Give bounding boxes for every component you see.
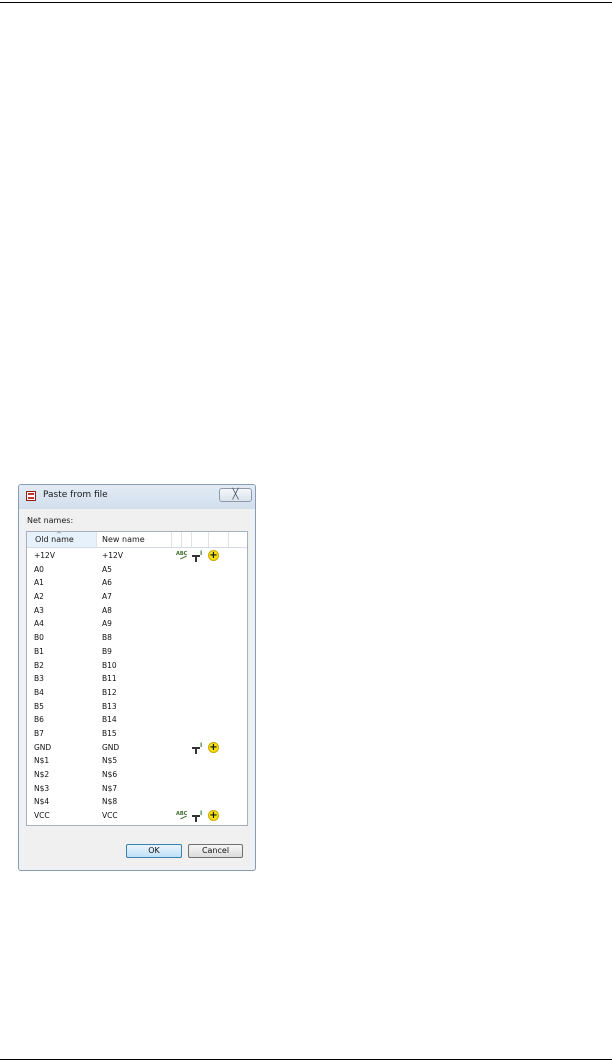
old-name-cell: B4 xyxy=(34,687,44,697)
table-row[interactable]: B3 B11 xyxy=(27,672,247,686)
new-name-cell[interactable]: VCC xyxy=(102,809,118,822)
old-name-cell: GND xyxy=(34,742,52,752)
column-header-new-name-label: New name xyxy=(102,535,145,544)
table-body: +12V +12V ABC I + A0 A5 A1 A6 A2 A7 A3 A8 A4 A9 B0 B8 B1 B… xyxy=(27,549,247,823)
old-name-cell: N$4 xyxy=(34,797,50,807)
column-header-old-name[interactable]: ^ Old name xyxy=(27,531,97,547)
new-name-cell[interactable]: N$7 xyxy=(102,782,117,795)
new-name-cell[interactable]: B14 xyxy=(102,713,117,726)
column-header-icon-4[interactable] xyxy=(209,532,229,547)
old-name-cell: A4 xyxy=(34,619,44,629)
table-row[interactable]: N$1 N$5 xyxy=(27,754,247,768)
page-bottom-rule xyxy=(0,1059,612,1060)
table-row[interactable]: B0 B8 xyxy=(27,631,247,645)
text-icon[interactable]: I xyxy=(192,550,204,562)
text-icon[interactable]: I xyxy=(192,742,204,754)
old-name-cell: A1 xyxy=(34,578,44,588)
paste-from-file-dialog: Paste from file ╳ Net names: ^ Old name … xyxy=(18,484,256,871)
column-header-icon-1[interactable] xyxy=(172,532,182,547)
new-name-cell[interactable]: A9 xyxy=(102,617,112,630)
add-icon[interactable]: + xyxy=(208,741,219,753)
new-name-cell[interactable]: N$6 xyxy=(102,768,117,781)
table-row[interactable]: N$4 N$8 xyxy=(27,795,247,809)
new-name-cell[interactable]: A7 xyxy=(102,590,112,603)
column-header-icon-3[interactable] xyxy=(192,532,209,547)
sort-ascending-icon: ^ xyxy=(56,531,62,539)
dialog-titlebar[interactable]: Paste from file ╳ xyxy=(19,485,255,509)
dialog-body: Net names: ^ Old name New name +12V +12V A… xyxy=(24,509,250,867)
old-name-cell: N$1 xyxy=(34,756,50,766)
old-name-cell: B5 xyxy=(34,701,44,711)
new-name-cell[interactable]: A8 xyxy=(102,604,112,617)
new-name-cell[interactable]: B8 xyxy=(102,631,112,644)
table-row[interactable]: B7 B15 xyxy=(27,727,247,741)
new-name-cell[interactable]: N$5 xyxy=(102,754,117,767)
abc-rename-icon[interactable]: ABC xyxy=(176,551,188,561)
column-header-icon-2[interactable] xyxy=(182,532,192,547)
table-row[interactable]: N$3 N$7 xyxy=(27,782,247,796)
old-name-cell: A2 xyxy=(34,592,44,602)
table-row[interactable]: N$2 N$6 xyxy=(27,768,247,782)
ok-button[interactable]: OK xyxy=(126,844,182,858)
column-header-old-name-label: Old name xyxy=(35,535,74,544)
table-row[interactable]: B1 B9 xyxy=(27,645,247,659)
new-name-cell[interactable]: GND xyxy=(102,741,119,754)
new-name-cell[interactable]: B11 xyxy=(102,672,117,685)
table-row[interactable]: B2 B10 xyxy=(27,659,247,673)
table-row[interactable]: B5 B13 xyxy=(27,700,247,714)
old-name-cell: B1 xyxy=(34,646,44,656)
table-row[interactable]: A1 A6 xyxy=(27,576,247,590)
text-icon[interactable]: I xyxy=(192,810,204,823)
page-top-rule xyxy=(0,2,612,3)
new-name-cell[interactable]: B13 xyxy=(102,700,117,713)
old-name-cell: N$2 xyxy=(34,770,50,779)
new-name-cell[interactable]: B12 xyxy=(102,686,117,699)
net-names-label: Net names: xyxy=(27,516,74,525)
new-name-cell[interactable]: B10 xyxy=(102,659,117,672)
old-name-cell: B6 xyxy=(34,715,44,725)
old-name-cell: B0 xyxy=(34,633,44,643)
old-name-cell: A3 xyxy=(34,605,44,615)
add-icon[interactable]: + xyxy=(208,810,219,822)
old-name-cell: B7 xyxy=(34,728,44,738)
old-name-cell: VCC xyxy=(34,811,50,821)
column-header-new-name[interactable]: New name xyxy=(97,532,172,547)
new-name-cell[interactable]: N$8 xyxy=(102,795,117,808)
old-name-cell: B2 xyxy=(34,660,44,670)
dialog-title: Paste from file xyxy=(43,490,108,500)
old-name-cell: A0 xyxy=(34,564,44,574)
table-row[interactable]: VCC VCC ABC I + xyxy=(27,809,247,823)
add-icon[interactable]: + xyxy=(208,550,219,561)
close-icon: ╳ xyxy=(232,489,239,500)
app-icon xyxy=(26,491,36,501)
table-row[interactable]: B4 B12 xyxy=(27,686,247,700)
old-name-cell: B3 xyxy=(34,674,44,684)
table-row[interactable]: +12V +12V ABC I + xyxy=(27,549,247,563)
cancel-button[interactable]: Cancel xyxy=(188,844,243,858)
old-name-cell: N$3 xyxy=(34,783,50,793)
table-row[interactable]: A4 A9 xyxy=(27,617,247,631)
old-name-cell: +12V xyxy=(34,551,55,560)
close-button[interactable]: ╳ xyxy=(219,488,252,502)
table-row[interactable]: A0 A5 xyxy=(27,563,247,577)
new-name-cell[interactable]: B9 xyxy=(102,645,112,658)
abc-rename-icon[interactable]: ABC xyxy=(176,811,188,821)
table-row[interactable]: A3 A8 xyxy=(27,604,247,618)
new-name-cell[interactable]: A5 xyxy=(102,563,112,576)
new-name-cell[interactable]: +12V xyxy=(102,549,123,562)
new-name-cell[interactable]: B15 xyxy=(102,727,117,740)
net-names-table[interactable]: ^ Old name New name +12V +12V ABC I + A0 A5 A1 A… xyxy=(26,531,248,826)
table-row[interactable]: A2 A7 xyxy=(27,590,247,604)
new-name-cell[interactable]: A6 xyxy=(102,576,112,589)
table-header: ^ Old name New name xyxy=(27,531,247,548)
table-row[interactable]: GND GND I + xyxy=(27,741,247,755)
table-row[interactable]: B6 B14 xyxy=(27,713,247,727)
